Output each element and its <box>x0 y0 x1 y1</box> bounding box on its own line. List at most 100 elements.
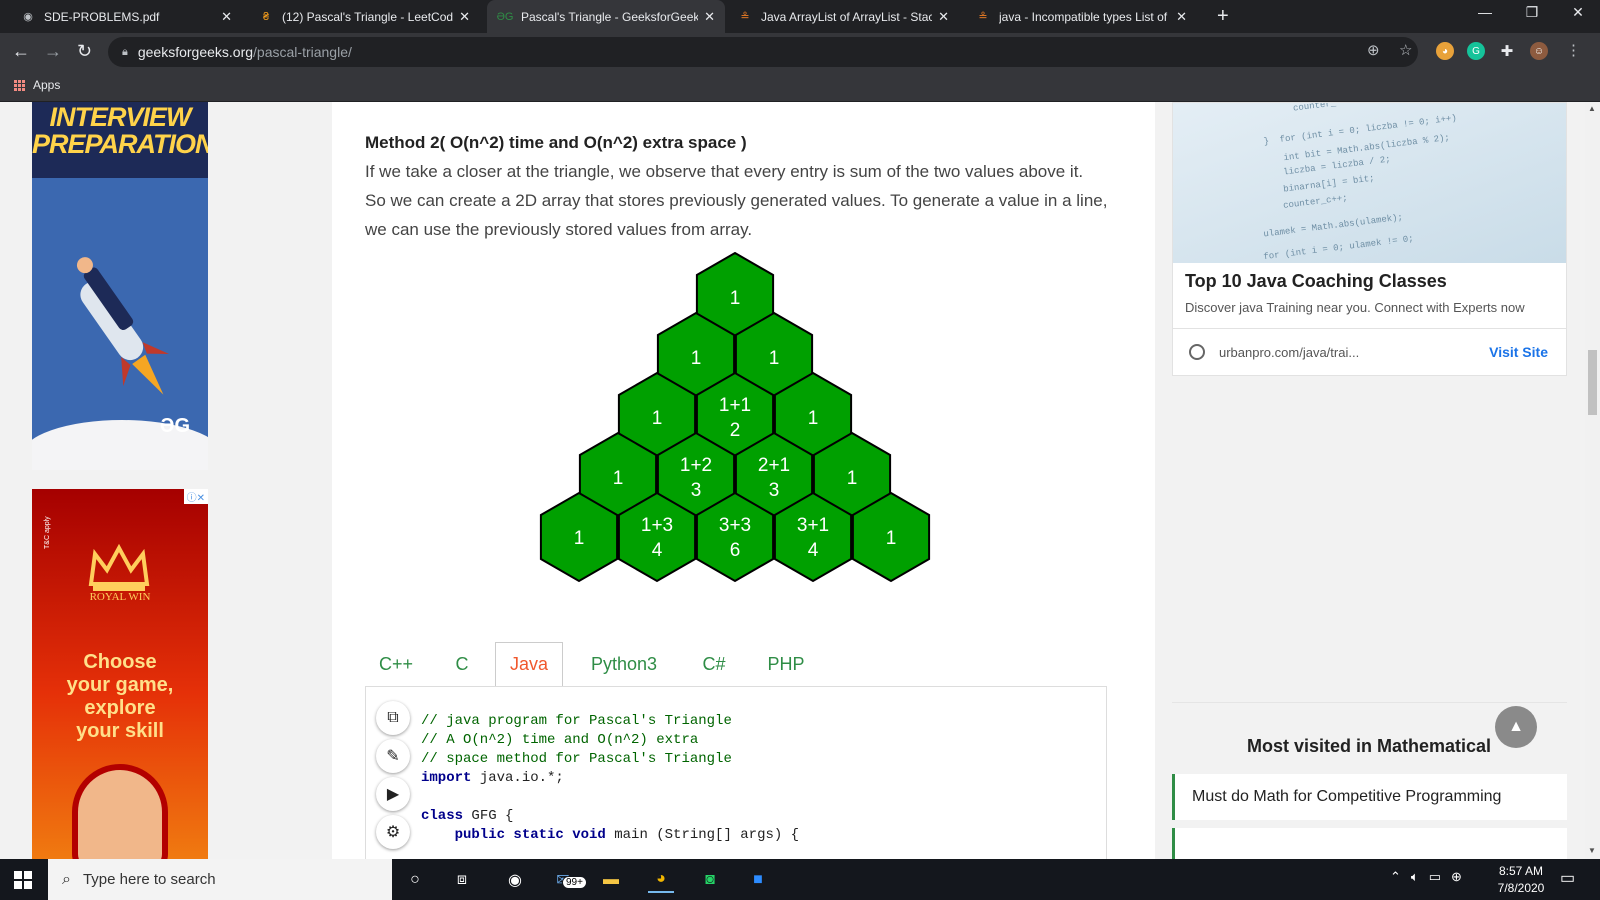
adchoices-close-icon[interactable]: ⓘ✕ <box>183 489 208 504</box>
media-player-icon[interactable]: ◉ <box>502 867 528 893</box>
taskbar-search-input[interactable]: ⌕ Type here to search <box>48 859 392 900</box>
interview-preparation-ad[interactable]: INTERVIEW PREPARATION ƏG <box>32 102 208 470</box>
ad-description: Discover java Training near you. Connect… <box>1185 300 1525 315</box>
tab-python3[interactable]: Python3 <box>579 642 669 687</box>
triangle-cell-value: 6 <box>730 540 741 561</box>
close-tab-icon[interactable]: ✕ <box>1176 9 1187 25</box>
leetcode-icon: ₴ <box>262 10 270 23</box>
code-language-tabs: C++ C Java Python3 C# PHP <box>365 642 1107 687</box>
menu-kebab-icon[interactable]: ⋮ <box>1566 41 1581 59</box>
page-scrollbar[interactable]: ▲ ▼ <box>1585 102 1600 859</box>
triangle-cell-value: 2 <box>730 420 741 441</box>
run-play-icon[interactable]: ▶ <box>376 777 410 811</box>
code-background-image: counter_ } for (int i = 0; liczba != 0; … <box>1173 103 1566 263</box>
cortana-icon[interactable]: ○ <box>402 867 428 893</box>
reload-button[interactable]: ↻ <box>77 41 92 62</box>
tab-php[interactable]: PHP <box>755 642 817 687</box>
battery-icon[interactable]: ▭ <box>1429 869 1441 885</box>
windows-taskbar: ⌕ Type here to search ○ ⧈ ◉ ✉ ▬ ◕ ◙ ■ ⌃ … <box>0 859 1600 900</box>
settings-gear-icon[interactable]: ⚙ <box>376 815 410 849</box>
tab-csharp[interactable]: C# <box>683 642 745 687</box>
minimize-button[interactable]: — <box>1465 4 1505 20</box>
ad-url[interactable]: urbanpro.com/java/trai... <box>1219 345 1489 360</box>
zoom-icon[interactable]: ⊕ <box>1367 41 1380 59</box>
java-coaching-ad[interactable]: counter_ } for (int i = 0; liczba != 0; … <box>1172 102 1567 376</box>
ad-heading: INTERVIEW PREPARATION <box>32 102 208 178</box>
royal-win-ad[interactable]: T&C apply ⓘ✕ ROYAL WIN Choose your game,… <box>32 489 208 859</box>
chevron-up-icon[interactable]: ⌃ <box>1390 869 1401 885</box>
triangle-cell-value: 3+3 <box>719 515 751 536</box>
paragraph-line: If we take a closer at the triangle, we … <box>365 162 1084 181</box>
bookmark-star-icon[interactable]: ☆ <box>1399 41 1412 59</box>
tab-sde-problems[interactable]: ◉ SDE-PROBLEMS.pdf ✕ <box>10 0 242 33</box>
scroll-up-arrow[interactable]: ▲ <box>1588 104 1596 113</box>
scroll-to-top-button[interactable]: ▲ <box>1495 706 1537 748</box>
extensions-puzzle-icon[interactable]: ✚ <box>1498 42 1516 60</box>
close-window-button[interactable]: ✕ <box>1558 4 1598 21</box>
code-line: class GFG { <box>421 808 514 824</box>
globe-icon: ◉ <box>23 11 33 23</box>
restore-button[interactable]: ❐ <box>1512 4 1552 21</box>
visit-site-link[interactable]: Visit Site <box>1489 344 1548 360</box>
edit-pencil-icon[interactable]: ✎ <box>376 739 410 773</box>
browser-toolbar: ← → ↻ 🔒︎ geeksforgeeks.org/pascal-triang… <box>0 33 1600 71</box>
most-visited-item[interactable]: Must do Math for Competitive Programming <box>1172 774 1567 820</box>
address-bar[interactable]: 🔒︎ geeksforgeeks.org/pascal-triangle/ <box>108 37 1418 67</box>
code-line: // java program for Pascal's Triangle <box>421 713 732 729</box>
triangle-cell-value: 4 <box>808 540 819 561</box>
triangle-cell-value: 1+2 <box>680 455 712 476</box>
apps-shortcut[interactable]: Apps <box>14 78 60 92</box>
taskbar-clock[interactable]: 8:57 AM 7/8/2020 <box>1486 863 1556 897</box>
tab-java[interactable]: Java <box>495 642 563 687</box>
royal-win-brand: ROYAL WIN <box>89 591 151 603</box>
network-icon[interactable]: ⊕ <box>1451 869 1462 885</box>
search-icon: ⌕ <box>62 870 71 888</box>
most-visited-item[interactable] <box>1172 828 1567 859</box>
triangle-cell-value: 1 <box>652 408 663 429</box>
tab-stackoverflow-arraylist[interactable]: ≗ Java ArrayList of ArrayList - Stack ✕ <box>727 0 959 33</box>
lock-icon: 🔒︎ <box>122 45 128 58</box>
tab-c[interactable]: C <box>437 642 487 687</box>
extension-owl-icon[interactable]: ◕ <box>1436 42 1454 60</box>
close-tab-icon[interactable]: ✕ <box>938 9 949 25</box>
code-block: ⧉ ✎ ▶ ⚙ // java program for Pascal's Tri… <box>365 686 1107 859</box>
tab-stackoverflow-incompatible[interactable]: ≗ java - Incompatible types List of ✕ <box>965 0 1197 33</box>
grammarly-icon[interactable]: G <box>1467 42 1485 60</box>
chrome-icon[interactable]: ◕ <box>648 867 674 893</box>
file-explorer-icon[interactable]: ▬ <box>598 867 624 893</box>
triangle-cell-value: 1+1 <box>719 395 751 416</box>
tab-geeksforgeeks[interactable]: ƏG Pascal's Triangle - GeeksforGeeks ✕ <box>487 0 725 33</box>
copy-icon[interactable]: ⧉ <box>376 701 410 735</box>
code-line: // space method for Pascal's Triangle <box>421 751 732 767</box>
windows-start-icon[interactable] <box>14 871 32 889</box>
triangle-cell-value: 2+1 <box>758 455 790 476</box>
tab-cpp[interactable]: C++ <box>365 642 427 687</box>
scroll-down-arrow[interactable]: ▼ <box>1588 846 1596 855</box>
forward-button[interactable]: → <box>44 41 62 62</box>
gfg-logo: ƏG <box>159 415 190 437</box>
triangle-cell-value: 1 <box>574 528 585 549</box>
code-line: import java.io.*; <box>421 770 564 786</box>
whatsapp-icon[interactable]: ◙ <box>697 867 723 893</box>
web-page: INTERVIEW PREPARATION ƏG T&C apply ⓘ✕ RO… <box>0 102 1585 859</box>
notification-center-icon[interactable]: ▭ <box>1560 868 1575 888</box>
back-button[interactable]: ← <box>12 41 30 62</box>
profile-avatar[interactable]: ☺ <box>1530 42 1548 60</box>
volume-icon[interactable]: 🔈︎ <box>1411 869 1419 885</box>
close-tab-icon[interactable]: ✕ <box>459 9 470 25</box>
royal-win-headline: Choose your game, explore your skill <box>66 651 174 742</box>
divider <box>1172 702 1567 703</box>
triangle-cell-value: 1 <box>613 468 624 489</box>
triangle-cell-value: 1 <box>691 348 702 369</box>
stackoverflow-icon: ≗ <box>740 11 750 23</box>
new-tab-button[interactable]: + <box>1217 5 1229 28</box>
scrollbar-thumb[interactable] <box>1588 350 1597 415</box>
close-tab-icon[interactable]: ✕ <box>704 9 715 25</box>
zoom-app-icon[interactable]: ■ <box>745 867 771 893</box>
close-tab-icon[interactable]: ✕ <box>221 9 232 25</box>
task-view-icon[interactable]: ⧈ <box>449 867 475 893</box>
tab-leetcode[interactable]: ₴ (12) Pascal's Triangle - LeetCode ✕ <box>248 0 480 33</box>
triangle-cell-value: 1 <box>769 348 780 369</box>
stackoverflow-icon: ≗ <box>978 11 988 23</box>
triangle-cell-value: 1 <box>886 528 897 549</box>
